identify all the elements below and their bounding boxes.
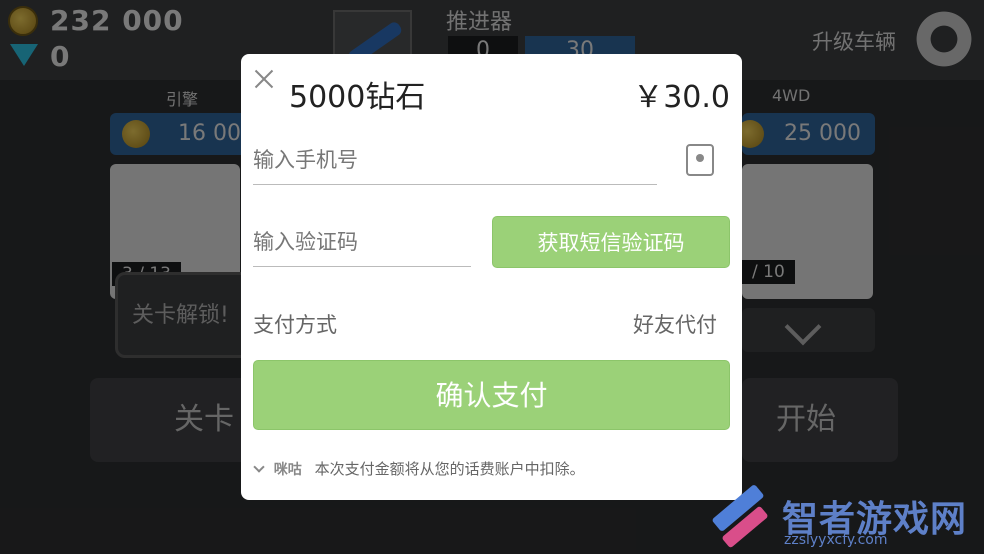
payment-dialog: 5000钻石 ￥30.0 获取短信验证码 支付方式 好友代付 确认支付 咪咕 本… <box>241 54 742 500</box>
footer-note: 本次支付金额将从您的话费账户中扣除。 <box>314 460 585 478</box>
payment-method-label: 支付方式 <box>253 313 337 337</box>
site-watermark: 智者游戏网 zzslyyxcfy.com <box>706 486 984 554</box>
watermark-logo <box>706 490 774 544</box>
payment-footer: 咪咕 本次支付金额将从您的话费账户中扣除。 <box>253 458 585 479</box>
contact-book-icon[interactable] <box>686 144 714 176</box>
get-sms-code-button[interactable]: 获取短信验证码 <box>492 216 730 268</box>
product-price: ￥30.0 <box>633 80 730 115</box>
code-field[interactable] <box>253 218 471 267</box>
friend-pay-link[interactable]: 好友代付 <box>633 309 717 339</box>
code-input[interactable] <box>253 218 471 266</box>
chevron-down-icon[interactable] <box>253 461 265 473</box>
product-title: 5000钻石 <box>289 80 426 115</box>
phone-input[interactable] <box>253 136 657 184</box>
confirm-payment-button[interactable]: 确认支付 <box>253 360 730 430</box>
close-icon[interactable] <box>253 68 275 90</box>
phone-field[interactable] <box>253 136 657 185</box>
watermark-url: zzslyyxcfy.com <box>784 532 888 548</box>
migu-logo: 咪咕 <box>273 462 302 478</box>
